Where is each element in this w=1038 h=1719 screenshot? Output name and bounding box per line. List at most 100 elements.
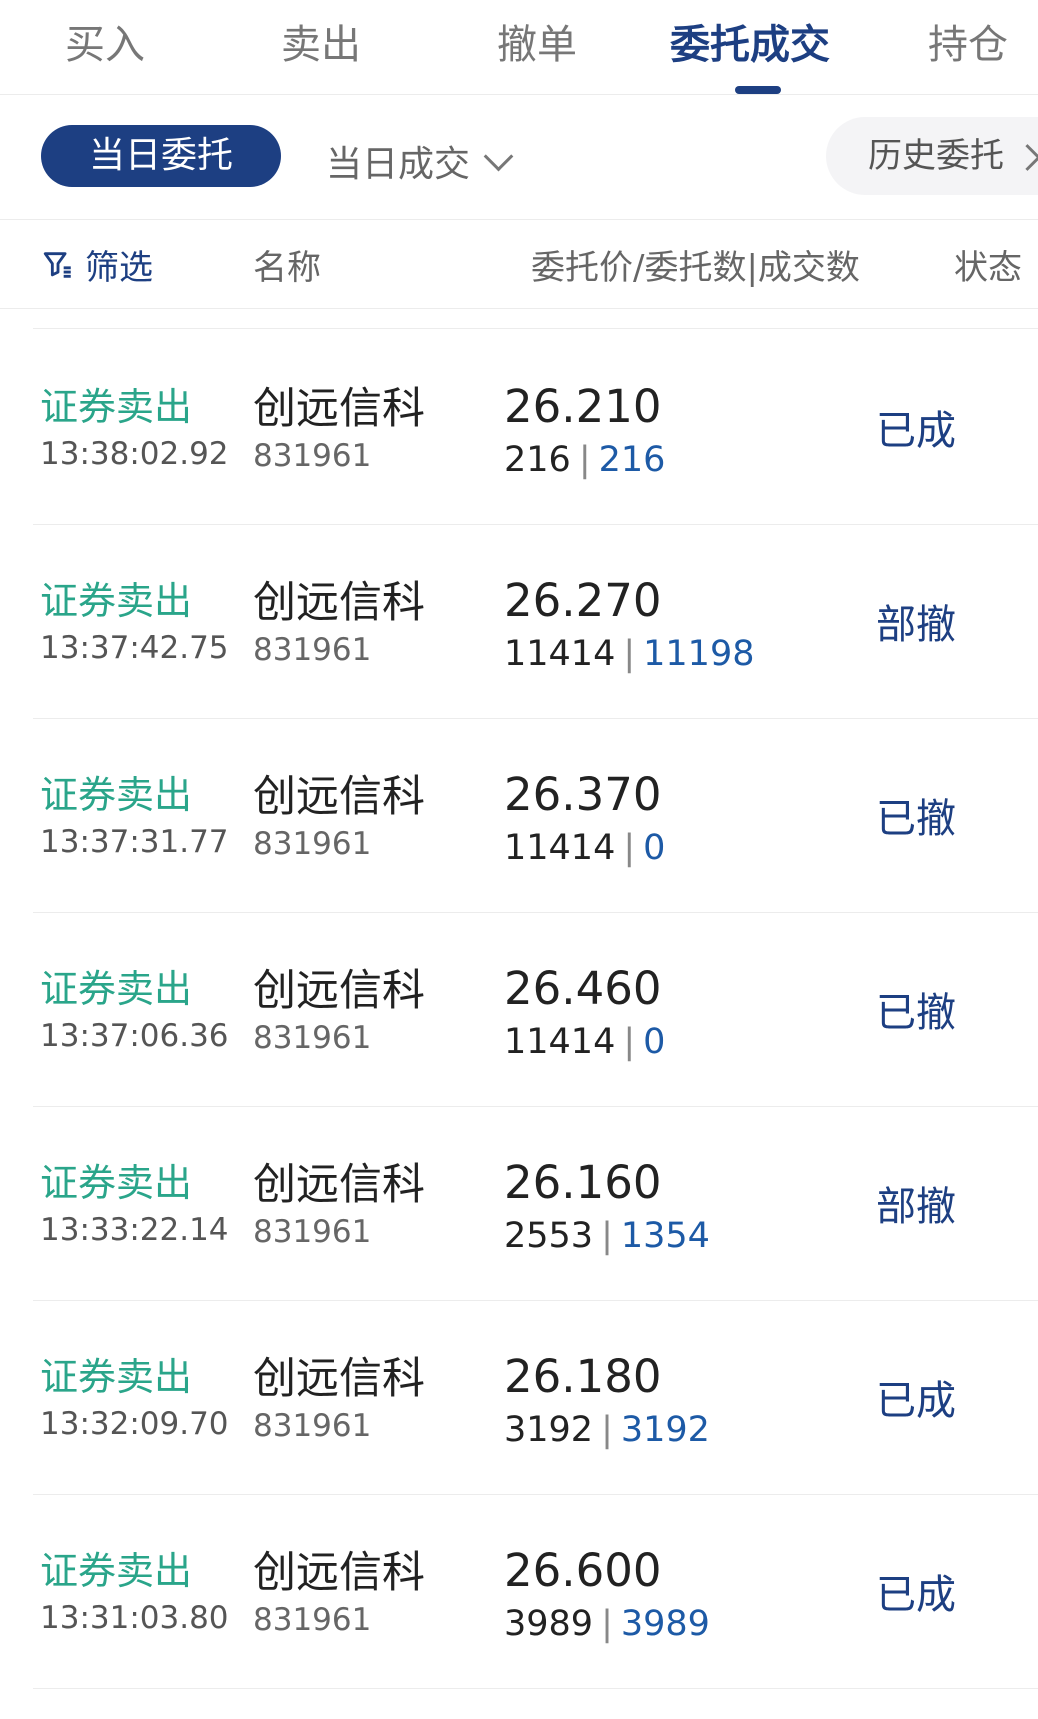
- chevron-right-icon: [1014, 144, 1038, 171]
- order-row[interactable]: 证券卖出 13:31:03.80 创远信科 831961 26.600 3989…: [33, 1494, 1038, 1689]
- order-qty: 216: [504, 440, 571, 480]
- active-tab-indicator: [735, 86, 781, 94]
- filter-icon: [43, 251, 71, 278]
- order-status: 部撤: [876, 1184, 956, 1230]
- order-status: 已成: [876, 1378, 956, 1424]
- deal-qty: 3989: [620, 1604, 710, 1644]
- deal-qty: 216: [598, 440, 666, 480]
- order-qty: 11414: [504, 634, 616, 674]
- chevron-right-icon: [1019, 402, 1038, 445]
- filter-button[interactable]: 筛选: [41, 240, 153, 289]
- order-time: 13:37:31.77: [40, 824, 229, 860]
- order-row[interactable]: 证券卖出 13:37:42.75 创远信科 831961 26.270 1141…: [33, 524, 1038, 719]
- order-quantities: 3989 | 3989: [504, 1604, 710, 1644]
- tab-cancel[interactable]: 撤单: [497, 12, 577, 70]
- order-status: 已成: [876, 408, 956, 454]
- order-qty: 11414: [504, 828, 616, 868]
- order-type: 证券卖出: [40, 967, 193, 1011]
- stock-code: 831961: [253, 1408, 372, 1444]
- qty-separator: |: [623, 1022, 636, 1062]
- header-name: 名称: [253, 248, 321, 288]
- history-orders-label: 历史委托: [868, 136, 1004, 176]
- deal-qty: 0: [643, 1022, 666, 1062]
- chevron-right-icon: [1019, 596, 1038, 639]
- tab-buy[interactable]: 买入: [65, 12, 145, 70]
- order-type: 证券卖出: [40, 1549, 193, 1593]
- filter-label: 筛选: [85, 248, 153, 288]
- chevron-right-icon: [1019, 1372, 1038, 1415]
- today-orders-button[interactable]: 当日委托: [41, 125, 281, 187]
- order-time: 13:32:09.70: [40, 1406, 229, 1442]
- qty-separator: |: [601, 1216, 613, 1256]
- order-row[interactable]: 证券卖出 13:33:22.14 创远信科 831961 26.160 2553…: [33, 1106, 1038, 1301]
- qty-separator: |: [623, 634, 636, 674]
- order-type: 证券卖出: [40, 1355, 193, 1399]
- qty-separator: |: [623, 828, 636, 868]
- stock-name: 创远信科: [253, 1160, 425, 1210]
- tab-sell[interactable]: 卖出: [281, 12, 361, 70]
- qty-separator: |: [578, 440, 591, 480]
- deal-qty: 1354: [620, 1216, 710, 1256]
- stock-name: 创远信科: [253, 1548, 425, 1598]
- order-price: 26.180: [504, 1350, 662, 1403]
- stock-name: 创远信科: [253, 966, 425, 1016]
- stock-code: 831961: [253, 1020, 372, 1056]
- order-type: 证券卖出: [40, 579, 193, 623]
- order-row[interactable]: 证券卖出 13:37:31.77 创远信科 831961 26.370 1141…: [33, 718, 1038, 913]
- top-tab-bar: 买入 卖出 撤单 委托成交 持仓: [0, 0, 1038, 95]
- order-status: 已撤: [876, 796, 956, 842]
- tab-positions[interactable]: 持仓: [928, 12, 1008, 70]
- order-qty: 3989: [504, 1604, 594, 1644]
- today-deals-label: 当日成交: [326, 144, 471, 185]
- stock-name: 创远信科: [253, 772, 425, 822]
- chevron-right-icon: [1019, 1178, 1038, 1221]
- stock-name: 创远信科: [253, 384, 425, 434]
- order-time: 13:31:03.80: [40, 1600, 229, 1636]
- tab-orders-deals[interactable]: 委托成交: [670, 12, 830, 70]
- order-status: 已撤: [876, 990, 956, 1036]
- order-qty: 2553: [504, 1216, 594, 1256]
- order-quantities: 3192 | 3192: [504, 1410, 710, 1450]
- order-price: 26.270: [504, 574, 662, 627]
- stock-name: 创远信科: [253, 578, 425, 628]
- order-quantities: 11414 | 0: [504, 828, 665, 868]
- deal-qty: 3192: [620, 1410, 710, 1450]
- deal-qty: 11198: [643, 634, 755, 674]
- order-quantities: 216 | 216: [504, 440, 665, 480]
- today-deals-dropdown[interactable]: 当日成交: [326, 135, 514, 187]
- order-type: 证券卖出: [40, 1161, 193, 1205]
- stock-code: 831961: [253, 632, 372, 668]
- order-price: 26.460: [504, 962, 662, 1015]
- stock-code: 831961: [253, 1602, 372, 1638]
- order-price: 26.370: [504, 768, 662, 821]
- order-time: 13:37:42.75: [40, 630, 229, 666]
- header-status: 状态: [954, 248, 1022, 288]
- chevron-right-icon: [1019, 790, 1038, 833]
- header-price-qty: 委托价/委托数|成交数: [531, 248, 860, 288]
- divider: [33, 328, 1038, 329]
- order-type: 证券卖出: [40, 773, 193, 817]
- stock-code: 831961: [253, 1214, 372, 1250]
- stock-code: 831961: [253, 438, 372, 474]
- stock-name: 创远信科: [253, 1354, 425, 1404]
- qty-separator: |: [601, 1410, 613, 1450]
- order-status: 已成: [876, 1572, 956, 1618]
- order-price: 26.160: [504, 1156, 662, 1209]
- stock-code: 831961: [253, 826, 372, 862]
- order-qty: 11414: [504, 1022, 616, 1062]
- chevron-right-icon: [1019, 1566, 1038, 1609]
- order-time: 13:33:22.14: [40, 1212, 229, 1248]
- order-price: 26.210: [504, 380, 662, 433]
- order-quantities: 11414 | 0: [504, 1022, 665, 1062]
- order-quantities: 11414 | 11198: [504, 634, 754, 674]
- order-row[interactable]: 证券卖出 13:37:06.36 创远信科 831961 26.460 1141…: [33, 912, 1038, 1107]
- order-row[interactable]: 证券卖出 13:38:02.92 创远信科 831961 26.210 216 |…: [33, 330, 1038, 525]
- list-header: 筛选 名称 委托价/委托数|成交数 状态: [0, 220, 1038, 309]
- history-orders-button[interactable]: 历史委托: [826, 117, 1038, 195]
- qty-separator: |: [601, 1604, 613, 1644]
- order-quantities: 2553 | 1354: [504, 1216, 710, 1256]
- chevron-down-icon: [483, 141, 514, 171]
- order-row[interactable]: 证券卖出 13:32:09.70 创远信科 831961 26.180 3192…: [33, 1300, 1038, 1495]
- order-status: 部撤: [876, 602, 956, 648]
- order-time: 13:37:06.36: [40, 1018, 229, 1054]
